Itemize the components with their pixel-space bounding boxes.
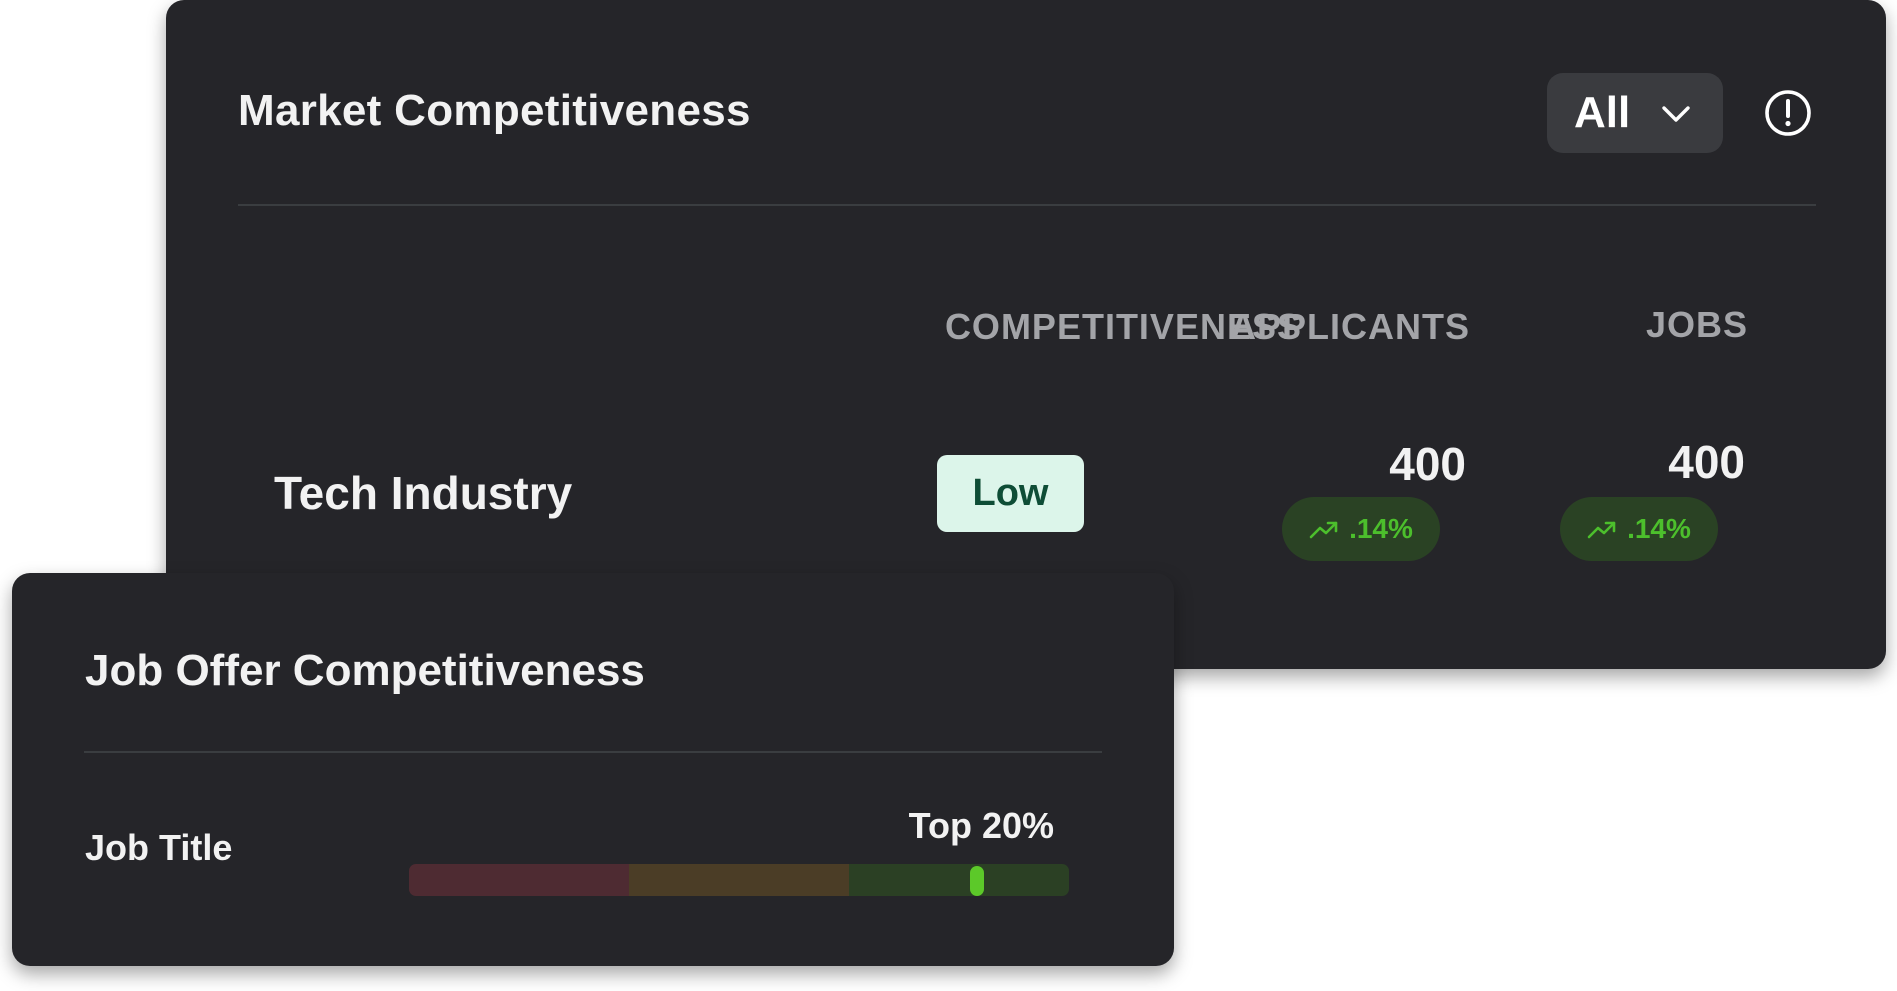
scale-segment-high xyxy=(849,864,1069,896)
job-offer-competitiveness-card: Job Offer Competitiveness Job Title Top … xyxy=(12,573,1174,966)
offer-card-title: Job Offer Competitiveness xyxy=(85,646,645,695)
offer-card-divider xyxy=(84,751,1102,753)
market-card-divider xyxy=(238,204,1816,206)
scale-segment-mid xyxy=(629,864,849,896)
stage: Market Competitiveness All COMPETITIVENE… xyxy=(0,0,1897,991)
filter-selected-value: All xyxy=(1574,88,1631,137)
industry-label: Tech Industry xyxy=(274,467,573,519)
scale-segment-low xyxy=(409,864,629,896)
column-header-jobs: JOBS xyxy=(1645,304,1748,345)
job-title-label: Job Title xyxy=(85,827,233,868)
scale-position-marker xyxy=(969,866,984,896)
applicants-trend-value: .14% xyxy=(1349,513,1413,544)
info-circle-icon[interactable] xyxy=(1763,88,1813,138)
column-header-applicants: APPLICANTS xyxy=(1229,306,1470,347)
jobs-count: 400 xyxy=(1668,436,1745,488)
applicants-count: 400 xyxy=(1389,438,1466,490)
trending-up-icon xyxy=(1587,521,1616,539)
market-card-title: Market Competitiveness xyxy=(238,86,751,135)
trending-up-icon xyxy=(1309,521,1338,539)
competitiveness-badge: Low xyxy=(937,455,1084,532)
chevron-down-icon xyxy=(1662,106,1690,122)
filter-dropdown[interactable]: All xyxy=(1547,73,1723,153)
applicants-trend-badge: .14% xyxy=(1282,497,1440,561)
jobs-trend-value: .14% xyxy=(1627,513,1691,544)
jobs-trend-badge: .14% xyxy=(1560,497,1718,561)
market-competitiveness-card: Market Competitiveness All COMPETITIVENE… xyxy=(166,0,1886,669)
rank-label: Top 20% xyxy=(908,805,1054,846)
